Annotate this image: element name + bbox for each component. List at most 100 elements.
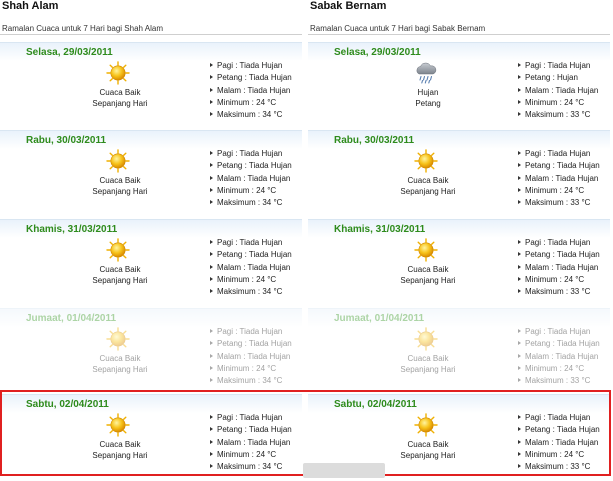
detail-minimum: Minimum : 24 °C — [518, 185, 600, 197]
forecast-details: Pagi : Tiada Hujan Petang : Tiada Hujan … — [210, 412, 292, 473]
detail-petang: Petang : Tiada Hujan — [518, 160, 600, 172]
day-forecast: Khamis, 31/03/2011 Cuaca Baik Sepanjang H… — [0, 219, 302, 306]
detail-minimum: Minimum : 24 °C — [518, 449, 600, 461]
detail-pagi: Pagi : Tiada Hujan — [210, 237, 292, 249]
forecast-column-sabak-bernam: Sabak Bernam Ramalan Cuaca untuk 7 Hari … — [308, 0, 610, 481]
day-forecast: Jumaat, 01/04/2011 Cuaca Baik Sepanjang H… — [308, 308, 610, 395]
day-date: Khamis, 31/03/2011 — [26, 224, 118, 235]
detail-petang: Petang : Tiada Hujan — [210, 72, 292, 84]
forecast-details: Pagi : Tiada Hujan Petang : Tiada Hujan … — [518, 412, 600, 473]
weather-description: Cuaca Baik Sepanjang Hari — [400, 354, 456, 374]
detail-petang: Petang : Tiada Hujan — [210, 424, 292, 436]
weather-description: Cuaca Baik Sepanjang Hari — [400, 265, 456, 285]
detail-minimum: Minimum : 24 °C — [210, 97, 292, 109]
location-title: Sabak Bernam — [310, 0, 387, 12]
day-forecast: Rabu, 30/03/2011 Cuaca Baik Sepanjang Har… — [0, 130, 302, 217]
day-date: Jumaat, 01/04/2011 — [26, 313, 117, 324]
detail-minimum: Minimum : 24 °C — [518, 274, 600, 286]
day-date: Khamis, 31/03/2011 — [334, 224, 426, 235]
day-date: Selasa, 29/03/2011 — [334, 47, 421, 58]
day-date: Jumaat, 01/04/2011 — [334, 313, 425, 324]
detail-pagi: Pagi : Tiada Hujan — [210, 326, 292, 338]
day-date: Sabtu, 02/04/2011 — [334, 399, 417, 410]
forecast-details: Pagi : Tiada Hujan Petang : Hujan Malam … — [518, 60, 598, 121]
detail-pagi: Pagi : Tiada Hujan — [518, 60, 598, 72]
weather-description: Cuaca Baik Sepanjang Hari — [92, 354, 148, 374]
forecast-details: Pagi : Tiada Hujan Petang : Tiada Hujan … — [518, 148, 600, 209]
day-forecast: Sabtu, 02/04/2011 Cuaca Baik Sepanjang Ha… — [0, 394, 302, 481]
day-forecast: Jumaat, 01/04/2011 Cuaca Baik Sepanjang H… — [0, 308, 302, 395]
sun-icon — [106, 149, 130, 173]
forecast-details: Pagi : Tiada Hujan Petang : Tiada Hujan … — [210, 148, 292, 209]
detail-maksimum: Maksimum : 33 °C — [518, 375, 600, 387]
detail-petang: Petang : Tiada Hujan — [210, 160, 292, 172]
detail-maksimum: Maksimum : 33 °C — [518, 197, 600, 209]
detail-minimum: Minimum : 24 °C — [210, 274, 292, 286]
detail-minimum: Minimum : 24 °C — [210, 185, 292, 197]
detail-petang: Petang : Hujan — [518, 72, 598, 84]
sun-icon — [414, 149, 438, 173]
horizontal-scrollbar-thumb[interactable] — [303, 463, 385, 478]
day-forecast: Selasa, 29/03/2011 Cuaca Baik Sepanjang H… — [0, 42, 302, 129]
forecast-subtitle: Ramalan Cuaca untuk 7 Hari bagi Shah Ala… — [2, 24, 163, 33]
day-date: Sabtu, 02/04/2011 — [26, 399, 109, 410]
sun-icon — [106, 413, 130, 437]
weather-description: Cuaca Baik Sepanjang Hari — [92, 176, 148, 196]
weather-description: Cuaca Baik Sepanjang Hari — [92, 440, 148, 460]
sun-icon — [106, 238, 130, 262]
detail-malam: Malam : Tiada Hujan — [518, 85, 598, 97]
detail-pagi: Pagi : Tiada Hujan — [518, 148, 600, 160]
detail-pagi: Pagi : Tiada Hujan — [518, 326, 600, 338]
day-forecast: Rabu, 30/03/2011 Cuaca Baik Sepanjang Har… — [308, 130, 610, 217]
detail-malam: Malam : Tiada Hujan — [210, 262, 292, 274]
forecast-column-shah-alam: Shah Alam Ramalan Cuaca untuk 7 Hari bag… — [0, 0, 302, 481]
detail-malam: Malam : Tiada Hujan — [210, 351, 292, 363]
detail-malam: Malam : Tiada Hujan — [518, 262, 600, 274]
detail-pagi: Pagi : Tiada Hujan — [210, 412, 292, 424]
detail-pagi: Pagi : Tiada Hujan — [518, 237, 600, 249]
detail-minimum: Minimum : 24 °C — [518, 97, 598, 109]
detail-petang: Petang : Tiada Hujan — [518, 338, 600, 350]
detail-petang: Petang : Tiada Hujan — [210, 338, 292, 350]
detail-minimum: Minimum : 24 °C — [210, 449, 292, 461]
weather-description: Cuaca Baik Sepanjang Hari — [400, 440, 456, 460]
location-title: Shah Alam — [2, 0, 59, 12]
day-date: Rabu, 30/03/2011 — [26, 135, 107, 146]
detail-pagi: Pagi : Tiada Hujan — [518, 412, 600, 424]
day-date: Selasa, 29/03/2011 — [26, 47, 113, 58]
detail-maksimum: Maksimum : 33 °C — [518, 109, 598, 121]
sun-icon — [414, 238, 438, 262]
detail-malam: Malam : Tiada Hujan — [210, 173, 292, 185]
detail-malam: Malam : Tiada Hujan — [518, 173, 600, 185]
detail-petang: Petang : Tiada Hujan — [518, 249, 600, 261]
detail-malam: Malam : Tiada Hujan — [518, 437, 600, 449]
detail-pagi: Pagi : Tiada Hujan — [210, 60, 292, 72]
detail-petang: Petang : Tiada Hujan — [518, 424, 600, 436]
forecast-details: Pagi : Tiada Hujan Petang : Tiada Hujan … — [210, 237, 292, 298]
detail-malam: Malam : Tiada Hujan — [518, 351, 600, 363]
forecast-details: Pagi : Tiada Hujan Petang : Tiada Hujan … — [210, 326, 292, 387]
detail-maksimum: Maksimum : 33 °C — [518, 461, 600, 473]
day-forecast: Selasa, 29/03/2011 Hujan Petang Pagi : Ti… — [308, 42, 610, 129]
forecast-details: Pagi : Tiada Hujan Petang : Tiada Hujan … — [518, 326, 600, 387]
day-date: Rabu, 30/03/2011 — [334, 135, 415, 146]
forecast-details: Pagi : Tiada Hujan Petang : Tiada Hujan … — [518, 237, 600, 298]
weather-description: Cuaca Baik Sepanjang Hari — [400, 176, 456, 196]
weather-description: Hujan Petang — [415, 88, 441, 108]
detail-maksimum: Maksimum : 34 °C — [210, 197, 292, 209]
sun-icon — [414, 327, 438, 351]
sun-icon — [414, 413, 438, 437]
detail-malam: Malam : Tiada Hujan — [210, 437, 292, 449]
rain-cloud-icon — [414, 61, 438, 85]
divider — [0, 34, 302, 35]
detail-maksimum: Maksimum : 34 °C — [210, 286, 292, 298]
detail-malam: Malam : Tiada Hujan — [210, 85, 292, 97]
sun-icon — [106, 61, 130, 85]
detail-maksimum: Maksimum : 33 °C — [518, 286, 600, 298]
detail-minimum: Minimum : 24 °C — [518, 363, 600, 375]
detail-maksimum: Maksimum : 34 °C — [210, 461, 292, 473]
detail-minimum: Minimum : 24 °C — [210, 363, 292, 375]
detail-pagi: Pagi : Tiada Hujan — [210, 148, 292, 160]
detail-petang: Petang : Tiada Hujan — [210, 249, 292, 261]
sun-icon — [106, 327, 130, 351]
